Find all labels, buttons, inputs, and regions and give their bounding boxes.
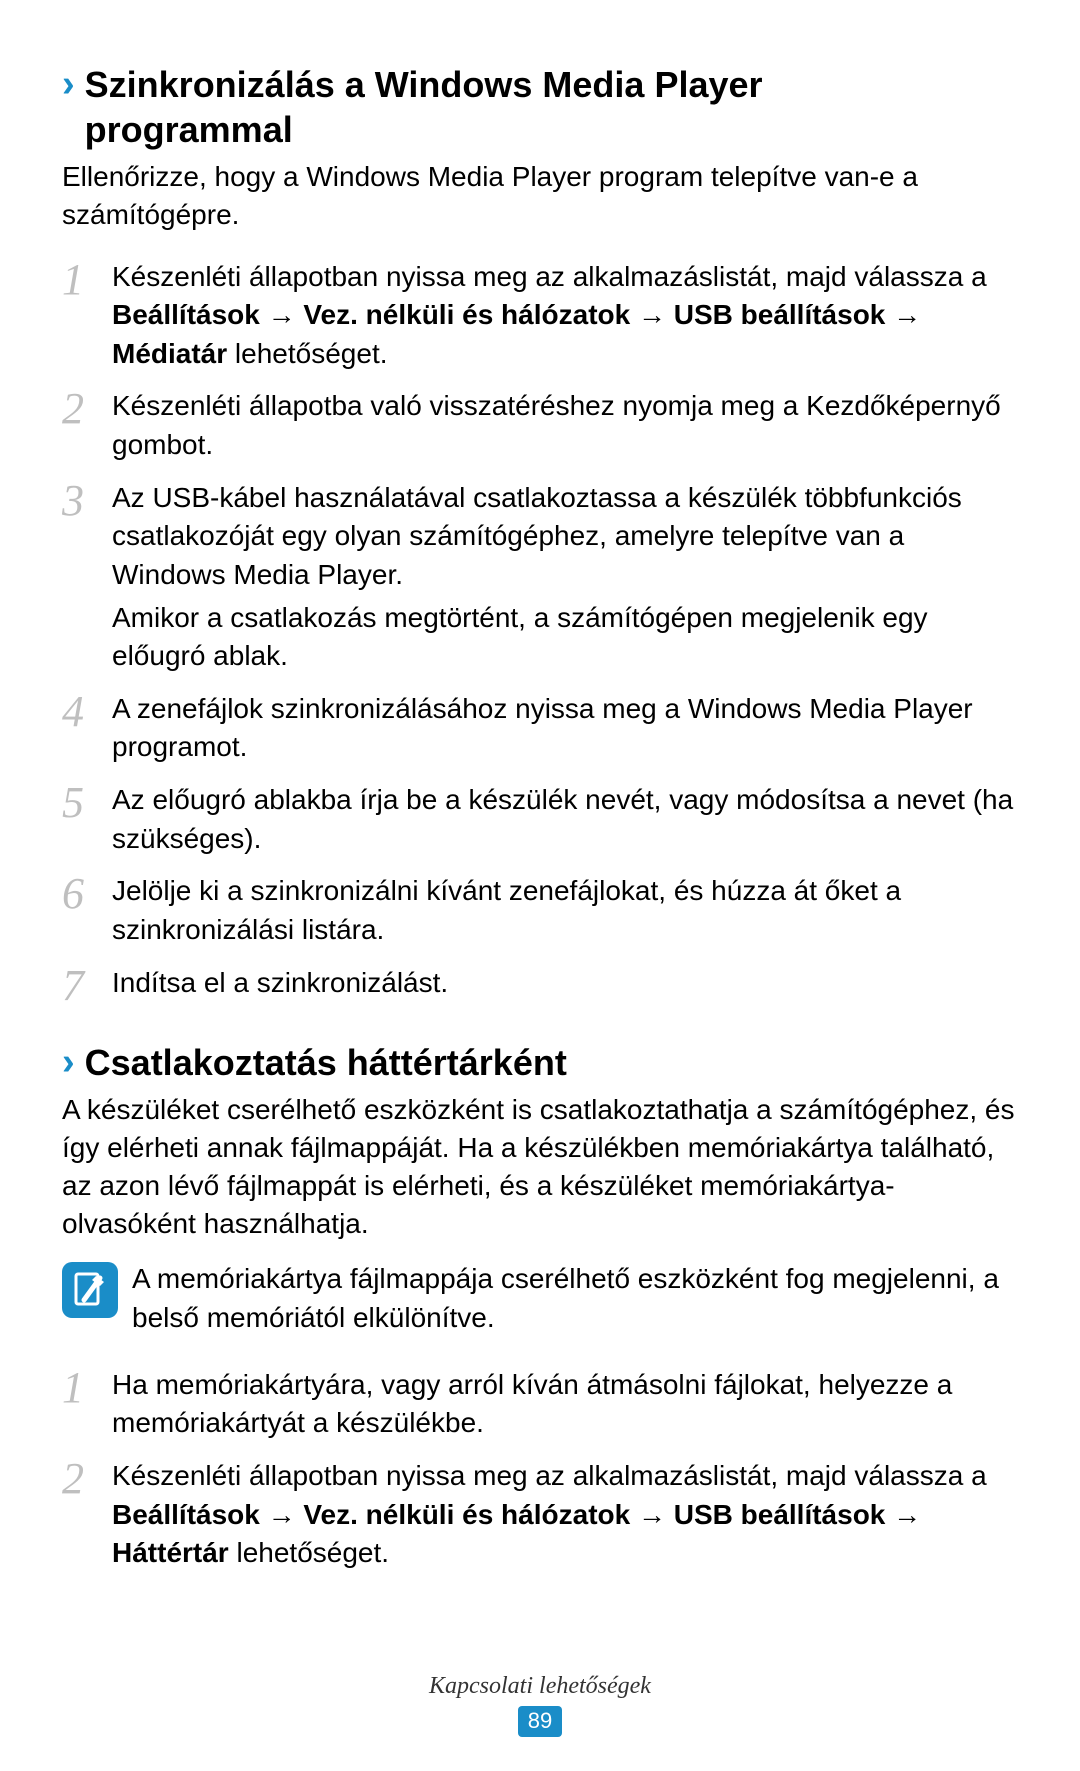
heading-text-mass-storage: Csatlakoztatás háttértárként (85, 1040, 567, 1085)
page-number-badge: 89 (518, 1706, 562, 1737)
step-item: Az USB-kábel használatával csatlakoztass… (62, 479, 1018, 676)
heading-line: Csatlakoztatás háttértárként (85, 1042, 567, 1083)
step-text-post: lehetőséget. (229, 1537, 389, 1568)
heading-line-1: Szinkronizálás a Windows Media Player (85, 64, 763, 105)
note-text: A memóriakártya fájlmappája cserélhető e… (132, 1260, 1018, 1337)
step-item: Az előugró ablakba írja be a készülék ne… (62, 781, 1018, 858)
note-row: A memóriakártya fájlmappája cserélhető e… (62, 1260, 1018, 1337)
section-heading-sync: › Szinkronizálás a Windows Media Player … (62, 62, 1018, 152)
footer-section-label: Kapcsolati lehetőségek (0, 1673, 1080, 1700)
step-text-pre: Készenléti állapotban nyissa meg az alka… (112, 1460, 987, 1491)
section-heading-mass-storage: › Csatlakoztatás háttértárként (62, 1040, 1018, 1085)
step-text-pre: Az USB-kábel használatával csatlakoztass… (112, 482, 962, 590)
chevron-right-icon: › (62, 64, 75, 106)
note-icon (62, 1262, 118, 1318)
intro-paragraph-mass-storage: A készüléket cserélhető eszközként is cs… (62, 1091, 1018, 1242)
step-item: A zenefájlok szinkronizálásához nyissa m… (62, 690, 1018, 767)
step-item: Készenléti állapotban nyissa meg az alka… (62, 258, 1018, 374)
step-text-pre: A zenefájlok szinkronizálásához nyissa m… (112, 693, 973, 763)
step-item: Készenléti állapotban nyissa meg az alka… (62, 1457, 1018, 1573)
page: › Szinkronizálás a Windows Media Player … (0, 0, 1080, 1771)
step-item: Indítsa el a szinkronizálást. (62, 964, 1018, 1003)
heading-line-2: programmal (85, 107, 763, 152)
page-footer: Kapcsolati lehetőségek 89 (0, 1673, 1080, 1737)
step-text-pre: Készenléti állapotban nyissa meg az alka… (112, 261, 987, 292)
step-text-pre: Az előugró ablakba írja be a készülék ne… (112, 784, 1013, 854)
intro-paragraph-sync: Ellenőrizze, hogy a Windows Media Player… (62, 158, 1018, 234)
steps-list-mass-storage: Ha memóriakártyára, vagy arról kíván átm… (62, 1366, 1018, 1573)
step-item: Jelölje ki a szinkronizálni kívánt zenef… (62, 872, 1018, 949)
step-text-pre: Készenléti állapotba való visszatéréshez… (112, 390, 1001, 460)
step-item: Ha memóriakártyára, vagy arról kíván átm… (62, 1366, 1018, 1443)
step-text-post: lehetőséget. (227, 338, 387, 369)
step-text-pre: Ha memóriakártyára, vagy arról kíván átm… (112, 1369, 952, 1439)
step-text-pre: Indítsa el a szinkronizálást. (112, 967, 448, 998)
step-text-pre: Jelölje ki a szinkronizálni kívánt zenef… (112, 875, 901, 945)
chevron-right-icon: › (62, 1042, 75, 1084)
heading-text-sync: Szinkronizálás a Windows Media Player pr… (85, 62, 763, 152)
steps-list-sync: Készenléti állapotban nyissa meg az alka… (62, 258, 1018, 1003)
step-item: Készenléti állapotba való visszatéréshez… (62, 387, 1018, 464)
step-text-extra: Amikor a csatlakozás megtörtént, a számí… (112, 599, 1018, 676)
